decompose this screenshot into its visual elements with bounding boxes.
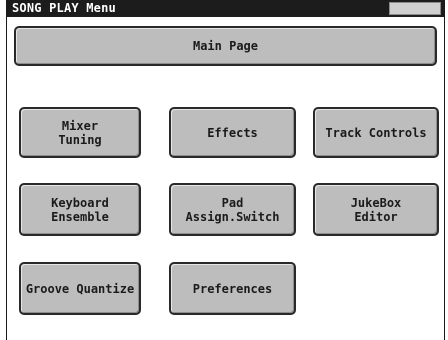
jukebox-editor-button[interactable]: JukeBox Editor	[313, 183, 439, 236]
effects-button-label: Effects	[207, 125, 258, 140]
main-page-button[interactable]: Main Page	[14, 26, 437, 66]
preferences-button[interactable]: Preferences	[169, 262, 296, 315]
song-play-menu-window: SONG PLAY Menu Main Page Mixer Tuning Ef…	[6, 0, 445, 340]
window-title: SONG PLAY Menu	[12, 1, 116, 15]
jukebox-editor-button-label: JukeBox Editor	[350, 195, 402, 224]
track-controls-button-label: Track Controls	[325, 125, 427, 140]
pad-assign-switch-button[interactable]: Pad Assign.Switch	[169, 183, 296, 236]
effects-button[interactable]: Effects	[169, 107, 296, 158]
title-bar: SONG PLAY Menu	[7, 0, 444, 17]
track-controls-button[interactable]: Track Controls	[313, 107, 439, 158]
mixer-tuning-button-label: Mixer Tuning	[58, 118, 102, 147]
main-page-button-label: Main Page	[192, 39, 259, 53]
preferences-button-label: Preferences	[192, 281, 273, 296]
keyboard-ensemble-button[interactable]: Keyboard Ensemble	[19, 183, 141, 236]
keyboard-ensemble-button-label: Keyboard Ensemble	[51, 195, 109, 224]
title-bar-indicator	[389, 2, 441, 15]
groove-quantize-button[interactable]: Groove Quantize	[19, 262, 141, 315]
pad-assign-switch-button-label: Pad Assign.Switch	[185, 195, 280, 224]
groove-quantize-button-label: Groove Quantize	[25, 281, 135, 296]
mixer-tuning-button[interactable]: Mixer Tuning	[19, 107, 141, 158]
